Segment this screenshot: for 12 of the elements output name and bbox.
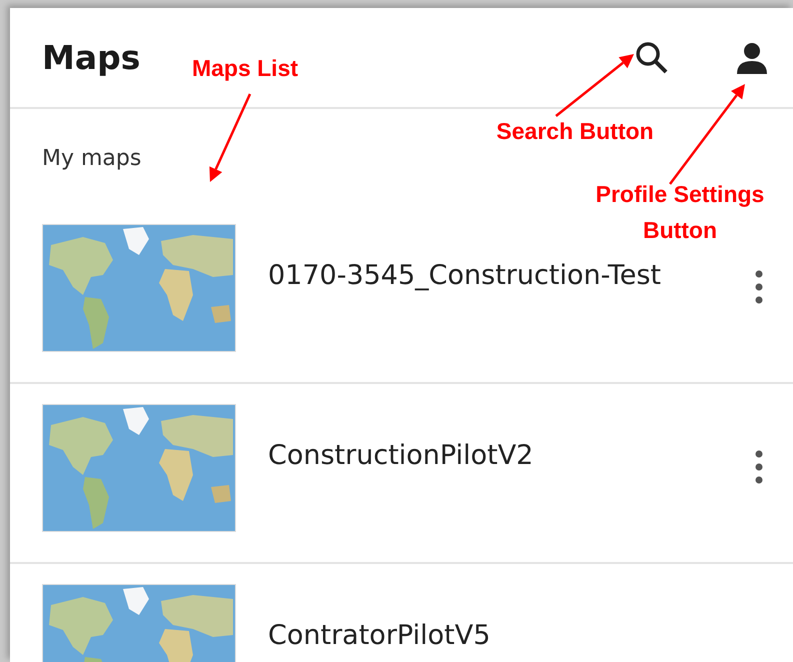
annotation-label: Search Button [495, 117, 655, 146]
map-name[interactable]: 0170-3545_Construction-Test [268, 260, 743, 382]
map-name[interactable]: ConstructionPilotV2 [268, 440, 743, 562]
map-name[interactable]: ContratorPilotV5 [268, 620, 743, 662]
section-title: My maps [42, 146, 142, 171]
search-icon [635, 40, 669, 74]
more-vertical-icon [755, 450, 763, 484]
app-title: Maps [42, 38, 140, 77]
more-vertical-icon [755, 270, 763, 304]
person-icon [735, 40, 769, 74]
annotation-label: Maps List [190, 54, 300, 83]
annotation-label: Profile Settings Button [594, 180, 766, 245]
